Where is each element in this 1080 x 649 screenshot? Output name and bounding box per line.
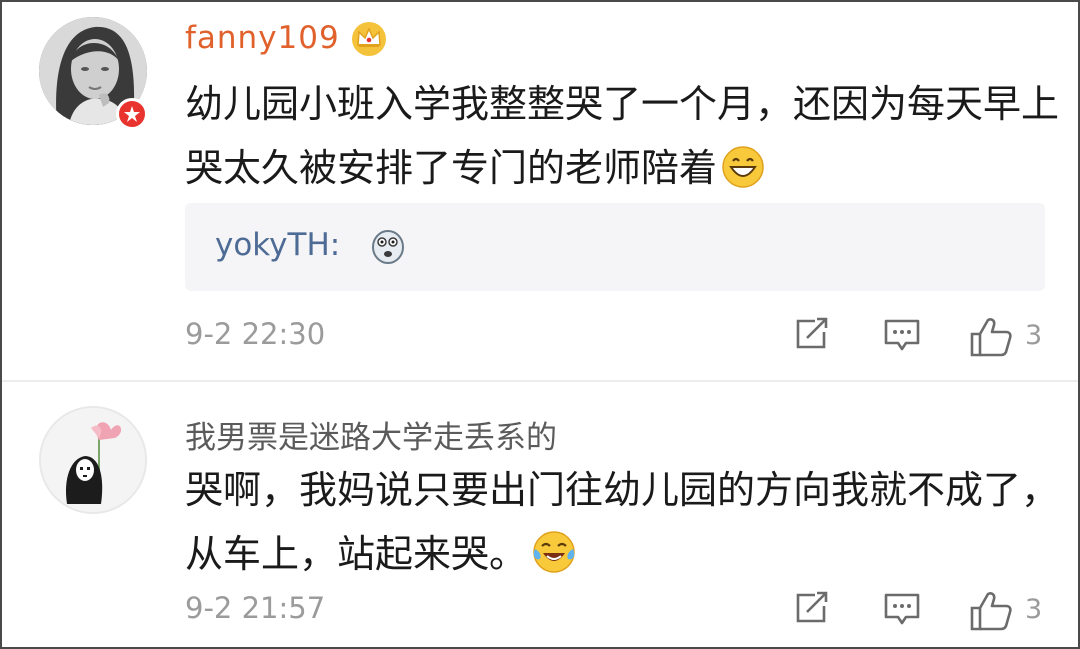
crown-icon	[349, 18, 389, 62]
share-icon[interactable]	[793, 590, 831, 630]
laughing-tears-emoji	[531, 529, 577, 594]
share-icon[interactable]	[793, 316, 831, 356]
username[interactable]: fanny109	[185, 20, 340, 56]
comment-text-content: 幼儿园小班入学我整整哭了一个月，还因为每天早上哭太久被安排了专门的老师陪着	[185, 82, 1060, 190]
comment-text-content: 哭啊，我妈说只要出门往幼儿园的方向我就不成了，从车上，站起来哭。	[185, 468, 1060, 576]
timestamp: 9-2 22:30	[185, 317, 326, 351]
comment-icon[interactable]	[882, 316, 922, 358]
reply-author-link[interactable]: yokyTH:	[215, 227, 340, 263]
username[interactable]: 我男票是迷路大学走丢系的	[185, 412, 557, 457]
like-count: 3	[1025, 594, 1043, 625]
shocked-face-emoji	[370, 227, 406, 269]
comment-text: 哭啊，我妈说只要出门往幼儿园的方向我就不成了，从车上，站起来哭。	[185, 458, 1065, 594]
like-icon[interactable]	[969, 316, 1015, 362]
like-count: 3	[1025, 320, 1043, 351]
timestamp: 9-2 21:57	[185, 591, 326, 625]
comment-icon[interactable]	[882, 590, 922, 632]
comment-list: fanny109 幼儿园小班入学我整整哭了一个月，还因为每天早上哭太久被安排了专…	[0, 0, 1080, 649]
comment-item: 我男票是迷路大学走丢系的 哭啊，我妈说只要出门往幼儿园的方向我就不成了，从车上，…	[2, 382, 1078, 647]
comment-item: fanny109 幼儿园小班入学我整整哭了一个月，还因为每天早上哭太久被安排了专…	[2, 2, 1078, 380]
comment-text: 幼儿园小班入学我整整哭了一个月，还因为每天早上哭太久被安排了专门的老师陪着	[185, 72, 1065, 208]
like-icon[interactable]	[969, 590, 1015, 636]
avatar[interactable]	[39, 406, 147, 514]
vip-star-icon	[116, 98, 148, 130]
reply-box[interactable]: yokyTH:	[185, 203, 1045, 291]
grinning-emoji	[721, 144, 765, 208]
